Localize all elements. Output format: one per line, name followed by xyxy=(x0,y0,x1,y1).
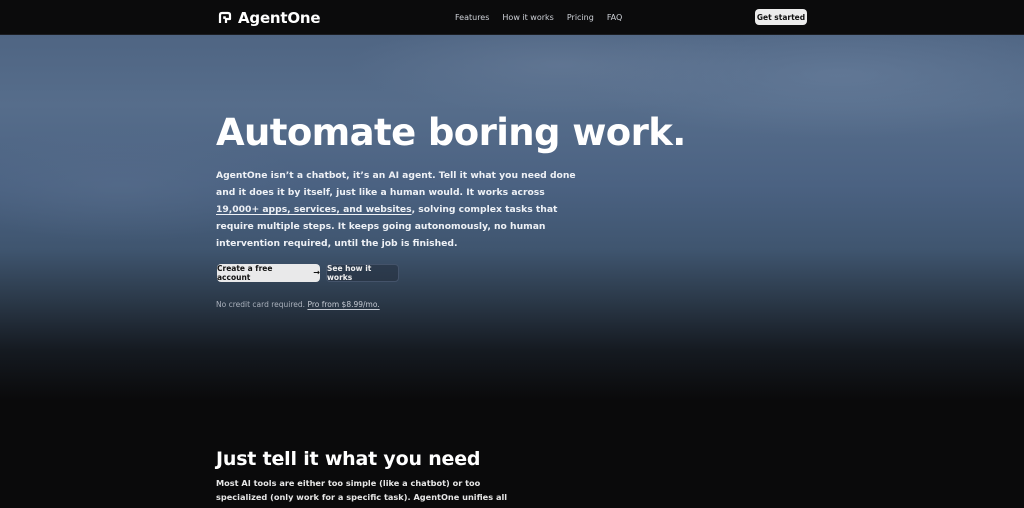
hero-description-text-1: AgentOne isn’t a chatbot, it’s an AI age… xyxy=(216,170,576,198)
hero-description: AgentOne isn’t a chatbot, it’s an AI age… xyxy=(216,167,576,252)
brand-logo[interactable]: AgentOne xyxy=(218,9,321,27)
create-free-account-button[interactable]: Create a free account → xyxy=(217,264,320,282)
see-how-it-works-button[interactable]: See how it works xyxy=(326,264,399,282)
nav-link-pricing[interactable]: Pricing xyxy=(567,12,594,23)
pro-pricing-link[interactable]: Pro from $8.99/mo. xyxy=(307,300,379,309)
arrow-right-icon: → xyxy=(313,268,320,277)
brand-name: AgentOne xyxy=(238,9,321,27)
get-started-button[interactable]: Get started xyxy=(755,9,807,25)
nav-link-features[interactable]: Features xyxy=(455,12,489,23)
create-account-label: Create a free account xyxy=(217,264,273,282)
hero-title: Automate boring work. xyxy=(216,111,686,154)
section-description: Most AI tools are either too simple (lik… xyxy=(216,478,521,508)
nav-link-how-it-works[interactable]: How it works xyxy=(502,12,553,23)
main-nav: Features How it works Pricing FAQ xyxy=(455,12,622,23)
top-navigation-bar: AgentOne Features How it works Pricing F… xyxy=(0,0,1024,35)
section-title: Just tell it what you need xyxy=(216,448,481,470)
apps-services-link[interactable]: 19,000+ apps, services, and websites xyxy=(216,204,412,215)
hero-section xyxy=(0,35,1024,508)
nav-link-faq[interactable]: FAQ xyxy=(607,12,623,23)
no-credit-card-text: No credit card required. xyxy=(216,300,306,309)
agentone-logo-icon xyxy=(218,11,232,23)
pricing-note: No credit card required. Pro from $8.99/… xyxy=(216,300,380,309)
